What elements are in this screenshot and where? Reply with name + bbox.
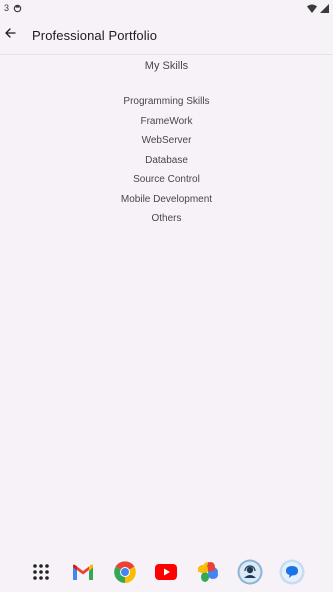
skill-item-mobile-development[interactable]: Mobile Development <box>0 190 333 210</box>
youtube-app[interactable] <box>153 559 179 585</box>
messages-app[interactable] <box>279 559 305 585</box>
photos-pinwheel-icon <box>197 561 219 583</box>
page-title: Professional Portfolio <box>32 27 158 43</box>
chat-bubble-icon <box>279 559 305 585</box>
chrome-icon <box>113 560 137 584</box>
back-button[interactable] <box>0 25 20 45</box>
app-drawer-button[interactable] <box>28 559 54 585</box>
arrow-back-icon <box>4 26 16 44</box>
skill-list: Programming Skills FrameWork WebServer D… <box>0 92 333 229</box>
skill-item-framework[interactable]: FrameWork <box>0 112 333 132</box>
app-dock <box>0 552 333 592</box>
section-title: My Skills <box>144 60 189 72</box>
photos-app[interactable] <box>195 559 221 585</box>
contacts-assistant-app[interactable] <box>237 559 263 585</box>
wifi-icon <box>307 4 317 13</box>
status-right <box>307 3 329 13</box>
skill-item-database[interactable]: Database <box>0 151 333 171</box>
app-bar: Professional Portfolio <box>0 16 333 55</box>
chrome-app[interactable] <box>112 559 138 585</box>
skill-item-webserver[interactable]: WebServer <box>0 131 333 151</box>
gmail-icon <box>72 564 94 581</box>
skill-item-programming-skills[interactable]: Programming Skills <box>0 92 333 112</box>
status-time: 3 <box>4 3 10 13</box>
gmail-app[interactable] <box>70 559 96 585</box>
youtube-icon <box>155 564 178 580</box>
main-content: My Skills Programming Skills FrameWork W… <box>0 54 333 552</box>
status-bar: 3 <box>0 0 333 16</box>
signal-icon <box>320 3 329 13</box>
notification-icon <box>13 4 22 13</box>
app-grid-icon <box>32 563 50 581</box>
skill-item-others[interactable]: Others <box>0 209 333 229</box>
skill-item-source-control[interactable]: Source Control <box>0 170 333 190</box>
status-left: 3 <box>4 3 22 13</box>
person-headset-icon <box>237 559 263 585</box>
